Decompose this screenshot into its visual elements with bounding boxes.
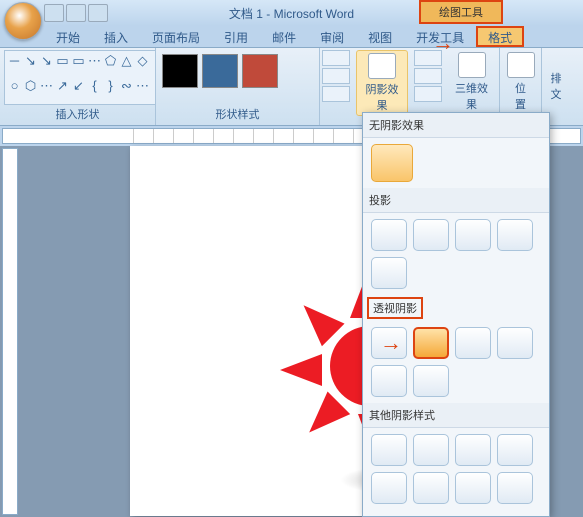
callout-arrow-format: → [432,30,454,56]
shape-outline-button[interactable] [322,68,350,84]
contextual-tab-drawing-tools[interactable]: 绘图工具 [419,0,503,24]
dd-title-no-shadow: 无阴影效果 [363,113,549,138]
shape-more3[interactable]: ⋯ [135,78,150,93]
qat-undo[interactable] [66,4,86,22]
shape-rect[interactable]: ▭ [55,53,70,68]
shadow-option[interactable] [497,219,533,251]
shadow-nudge-mid[interactable] [414,68,442,84]
three-d-label: 三维效果 [454,80,489,112]
position-label: 位置 [510,80,531,112]
shape-fill-button[interactable] [322,50,350,66]
dd-title-perspective: 透视阴影 [367,297,423,319]
shadow-option[interactable] [413,219,449,251]
group-label-insert-shapes: 插入形状 [4,105,151,123]
shape-more2[interactable]: ⋯ [39,78,54,93]
shapes-gallery[interactable]: ─ ↘ ↘ ▭ ▭ ⋯ ⬠ △ ◇ ○ ⬡ ⋯ ↗ ↙ { } ∾ ⋯ [4,50,156,105]
shape-arrow2[interactable]: ↘ [39,53,54,68]
shadow-other-option[interactable] [455,434,491,466]
shadow-other-option[interactable] [413,434,449,466]
shape-rect2[interactable]: ▭ [71,53,86,68]
shape-line[interactable]: ─ [7,53,22,68]
shape-arrow-ne[interactable]: ↗ [55,78,70,93]
document-page[interactable] [130,146,362,516]
shadow-perspective-option[interactable] [455,327,491,359]
shape-pentagon[interactable]: ⬠ [103,53,118,68]
position-button[interactable]: 位置 [504,50,537,114]
shape-hexagon[interactable]: ⬡ [23,78,38,93]
shadow-effects-button[interactable]: 阴影效果 [356,50,408,116]
three-d-icon [458,52,486,78]
shadow-other-option[interactable] [371,472,407,504]
text-label[interactable]: 文 [546,86,566,102]
position-icon [507,52,535,78]
tab-mailings[interactable]: 邮件 [260,26,308,47]
shadow-option-none[interactable] [371,144,413,182]
style-swatch-3[interactable] [242,54,278,88]
window-title: 文档 1 - Microsoft Word [229,5,354,22]
tab-format[interactable]: 格式 [476,26,524,47]
shape-triangle[interactable]: △ [119,53,134,68]
three-d-effects-button[interactable]: 三维效果 [448,50,495,114]
vertical-ruler[interactable] [2,148,18,515]
shape-diamond[interactable]: ◇ [135,53,150,68]
shadow-effects-label: 阴影效果 [363,81,401,113]
shadow-perspective-option[interactable] [413,365,449,397]
qat-save[interactable] [44,4,64,22]
shape-brace-l[interactable]: { [87,78,102,93]
shadow-option[interactable] [371,219,407,251]
shadow-perspective-option[interactable] [497,327,533,359]
ribbon-group-shape-styles: 形状样式 [156,48,320,125]
sun-ray [280,354,322,386]
arrange-label[interactable]: 排 [546,70,566,86]
callout-arrow-perspective: → [380,330,402,356]
qat-redo[interactable] [88,4,108,22]
shape-arrow-sw[interactable]: ↙ [71,78,86,93]
shadow-other-option[interactable] [497,472,533,504]
tab-page-layout[interactable]: 页面布局 [140,26,212,47]
shadow-option[interactable] [455,219,491,251]
quick-access-toolbar [44,4,108,22]
shape-brace-r[interactable]: } [103,78,118,93]
dd-title-drop-shadow: 投影 [363,188,549,213]
tab-home[interactable]: 开始 [44,26,92,47]
style-swatch-2[interactable] [202,54,238,88]
shadow-perspective-option[interactable] [371,365,407,397]
shape-arrow[interactable]: ↘ [23,53,38,68]
tab-insert[interactable]: 插入 [92,26,140,47]
sun-ray [298,391,350,443]
office-button[interactable] [4,2,42,40]
tab-references[interactable]: 引用 [212,26,260,47]
ribbon-tabs: 开始 插入 页面布局 引用 邮件 审阅 视图 开发工具 格式 [0,26,583,48]
style-swatch-1[interactable] [162,54,198,88]
dd-title-other-styles: 其他阴影样式 [363,403,549,428]
shape-change-button[interactable] [322,86,350,102]
shadow-other-option[interactable] [371,434,407,466]
shadow-option[interactable] [371,257,407,289]
shadow-perspective-selected[interactable] [413,327,449,359]
shadow-effects-icon [368,53,396,79]
group-label-shape-styles: 形状样式 [160,105,315,123]
ribbon-fill-outline [320,48,352,125]
shadow-nudge-down[interactable] [414,86,442,102]
tab-view[interactable]: 视图 [356,26,404,47]
shadow-other-option[interactable] [497,434,533,466]
shadow-other-option[interactable] [455,472,491,504]
shape-more1[interactable]: ⋯ [87,53,102,68]
tab-review[interactable]: 审阅 [308,26,356,47]
shape-curve[interactable]: ∾ [119,78,134,93]
ribbon-group-insert-shapes: ─ ↘ ↘ ▭ ▭ ⋯ ⬠ △ ◇ ○ ⬡ ⋯ ↗ ↙ { } ∾ ⋯ 插入形状 [0,48,156,125]
shape-circle[interactable]: ○ [7,78,22,93]
shadow-effects-dropdown: 无阴影效果 投影 透视阴影 其他阴影样式 [362,112,550,517]
shadow-other-option[interactable] [413,472,449,504]
sun-ray [292,294,344,346]
